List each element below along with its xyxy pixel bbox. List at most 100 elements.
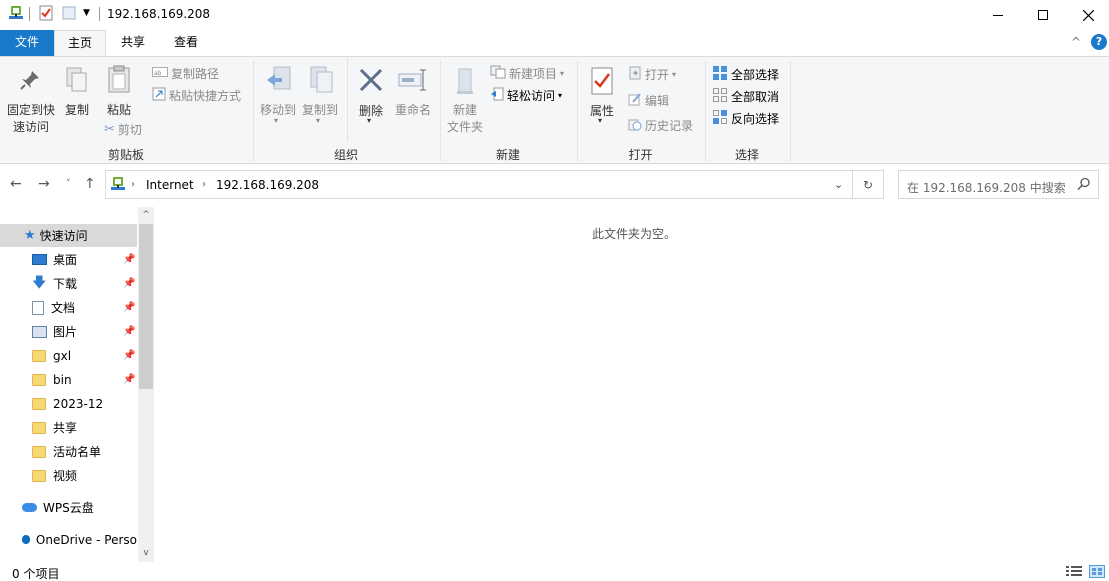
delete-button[interactable]: 删除 ▾: [354, 63, 388, 139]
nav-onedrive[interactable]: OneDrive - Perso: [0, 528, 137, 551]
status-bar: 0 个项目: [0, 562, 1109, 581]
properties-button[interactable]: 属性 ▾: [585, 63, 619, 139]
nav-quick-access-label: 快速访问: [39, 229, 88, 243]
paste-button[interactable]: 粘贴: [101, 63, 137, 117]
large-icons-view-icon[interactable]: [1089, 565, 1105, 578]
nav-item-desktop[interactable]: 桌面 📌: [0, 248, 137, 271]
scroll-up-arrow-icon[interactable]: ^: [138, 207, 154, 223]
folder-icon: [32, 421, 46, 434]
item-count: 0 个项目: [12, 567, 60, 581]
minimize-button[interactable]: [975, 0, 1021, 30]
rename-button[interactable]: 重命名: [392, 63, 434, 139]
breadcrumb-chevron-icon[interactable]: ›: [202, 179, 206, 190]
easy-access-button[interactable]: 轻松访问 ▾: [490, 87, 562, 104]
recent-locations-chevron-icon[interactable]: ˅: [66, 179, 71, 189]
nav-wps-label: WPS云盘: [43, 501, 94, 515]
cut-button[interactable]: ✂ 剪切: [104, 121, 142, 138]
edit-label: 编辑: [645, 94, 670, 108]
navigation-pane[interactable]: ★ 快速访问 桌面 📌 🡇 下载 📌 文档 📌 图片 📌 gxl 📌 bin 📌…: [0, 207, 154, 562]
copy-button[interactable]: 复制: [61, 63, 93, 139]
edit-button[interactable]: 编辑: [628, 92, 669, 109]
tab-file[interactable]: 文件: [0, 30, 54, 56]
address-history-chevron-icon[interactable]: ⌄: [834, 178, 843, 191]
file-explorer-window: ▼ 192.168.169.208 文件 主页 共享 查看 ^ ? 固定到快 速…: [0, 0, 1109, 581]
properties-qat-icon[interactable]: [38, 5, 54, 24]
refresh-button[interactable]: ↻: [853, 170, 884, 199]
details-view-icon[interactable]: [1066, 565, 1082, 578]
new-item-dropdown-icon: ▾: [560, 69, 565, 78]
invert-selection-button[interactable]: 反向选择: [712, 109, 779, 128]
nav-item-activity-list[interactable]: 活动名单: [0, 440, 137, 463]
open-button[interactable]: 打开 ▾: [628, 66, 676, 83]
new-folder-label-line1: 新建: [452, 103, 477, 117]
breadcrumb-chevron-icon[interactable]: ›: [131, 179, 135, 190]
breadcrumb-internet[interactable]: Internet: [146, 178, 194, 192]
copy-label: 复制: [64, 103, 89, 117]
paste-shortcut-label: 粘贴快捷方式: [169, 89, 242, 103]
open-group-label: 打开: [628, 148, 653, 162]
invert-selection-label: 反向选择: [731, 112, 780, 126]
cut-label: 剪切: [117, 123, 142, 137]
new-item-button[interactable]: 新建项目 ▾: [490, 65, 564, 82]
select-all-button[interactable]: 全部选择: [712, 65, 779, 84]
up-arrow-icon[interactable]: ↑: [84, 176, 96, 192]
nav-scrollbar-thumb[interactable]: [139, 224, 153, 389]
nav-wps-cloud[interactable]: WPS云盘: [0, 496, 137, 519]
easy-access-dropdown-icon: ▾: [558, 91, 563, 100]
nav-item-downloads[interactable]: 🡇 下载 📌: [0, 272, 137, 295]
ribbon-tabs: 文件 主页 共享 查看 ^ ?: [0, 30, 1109, 57]
ribbon-home: 固定到快 速访问 复制 粘贴 ab 复制路径 粘贴快捷方式 ✂ 剪切 剪贴板 移…: [0, 56, 1109, 164]
tab-home[interactable]: 主页: [54, 30, 106, 57]
select-none-button[interactable]: 全部取消: [712, 87, 779, 106]
network-location-icon: [110, 176, 126, 195]
move-to-button[interactable]: 移动到 ▾: [258, 63, 298, 139]
nav-quick-access[interactable]: ★ 快速访问: [0, 224, 137, 247]
copy-to-button[interactable]: 复制到 ▾: [300, 63, 340, 139]
nav-item-documents[interactable]: 文档 📌: [0, 296, 137, 319]
file-list-area[interactable]: [154, 207, 1109, 562]
nav-item-gxl[interactable]: gxl 📌: [0, 344, 137, 367]
new-item-icon: [490, 65, 506, 82]
tab-share[interactable]: 共享: [108, 30, 158, 56]
qat-dropdown-icon[interactable]: ▼: [83, 8, 90, 18]
open-dropdown-icon: ▾: [672, 70, 677, 79]
copy-path-button[interactable]: ab 复制路径: [152, 65, 219, 82]
star-icon: ★: [24, 228, 36, 243]
history-button[interactable]: 历史记录: [628, 117, 693, 134]
search-icon[interactable]: [1077, 177, 1091, 194]
tab-view[interactable]: 查看: [160, 30, 212, 56]
paste-shortcut-button[interactable]: 粘贴快捷方式: [152, 87, 241, 104]
scroll-down-arrow-icon[interactable]: v: [138, 545, 154, 561]
nav-scrollbar[interactable]: ^ v: [138, 207, 154, 562]
delete-dropdown-icon: ▾: [367, 116, 372, 125]
pin-to-quick-access-button[interactable]: 固定到快 速访问: [3, 63, 59, 139]
copy-path-icon: ab: [152, 66, 168, 81]
network-location-icon: [8, 5, 24, 24]
forward-arrow-icon[interactable]: →: [38, 176, 50, 192]
desktop-icon: [32, 254, 47, 265]
folder-icon: [32, 373, 46, 386]
nav-item-bin[interactable]: bin 📌: [0, 368, 137, 391]
new-item-label: 新建项目: [509, 67, 558, 81]
select-group-label: 选择: [734, 148, 759, 162]
new-folder-qat-icon[interactable]: [61, 5, 77, 24]
rename-icon: [398, 69, 428, 94]
nav-item-2023-12[interactable]: 2023-12: [0, 392, 137, 415]
close-button[interactable]: [1065, 0, 1109, 30]
title-bar: ▼ 192.168.169.208: [0, 0, 1109, 30]
maximize-button[interactable]: [1020, 0, 1066, 30]
nav-item-label: 文档: [51, 301, 76, 315]
help-icon[interactable]: ?: [1091, 34, 1107, 50]
invert-selection-icon: [712, 109, 728, 128]
nav-item-share[interactable]: 共享: [0, 416, 137, 439]
breadcrumb-current[interactable]: 192.168.169.208: [216, 178, 319, 192]
copy-path-label: 复制路径: [171, 67, 220, 81]
nav-item-videos[interactable]: 视频: [0, 464, 137, 487]
back-arrow-icon[interactable]: ←: [10, 176, 22, 192]
new-folder-button[interactable]: 新建 文件夹: [444, 63, 486, 139]
collapse-ribbon-icon[interactable]: ^: [1071, 35, 1081, 49]
search-box[interactable]: 在 192.168.169.208 中搜索: [898, 170, 1099, 199]
address-bar[interactable]: › Internet › 192.168.169.208 ⌄: [105, 170, 853, 199]
folder-icon: [32, 445, 46, 458]
nav-item-pictures[interactable]: 图片 📌: [0, 320, 137, 343]
